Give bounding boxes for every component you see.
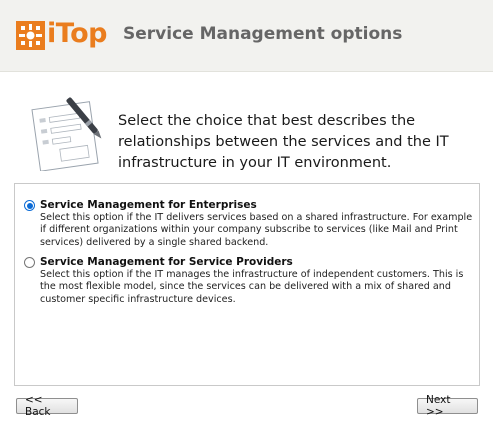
logo-text: iTop — [47, 18, 107, 49]
itop-logo-icon — [16, 21, 45, 50]
form-with-pen-icon — [31, 97, 102, 171]
page-title: Service Management options — [123, 24, 403, 44]
header-bar: iTop Service Management options — [0, 0, 493, 72]
option-title[interactable]: Service Management for Enterprises — [40, 199, 257, 211]
radio-service-providers[interactable] — [24, 257, 35, 268]
options-panel: Service Management for Enterprises Selec… — [14, 183, 480, 386]
option-description: Select this option if the IT delivers se… — [40, 212, 473, 248]
next-button[interactable]: Next >> — [417, 394, 478, 418]
option-description: Select this option if the IT manages the… — [40, 269, 464, 305]
radio-enterprises[interactable] — [24, 200, 35, 211]
back-button[interactable]: << Back — [16, 394, 78, 418]
option-title[interactable]: Service Management for Service Providers — [40, 256, 293, 268]
intro-text: Select the choice that best describes th… — [118, 113, 449, 171]
